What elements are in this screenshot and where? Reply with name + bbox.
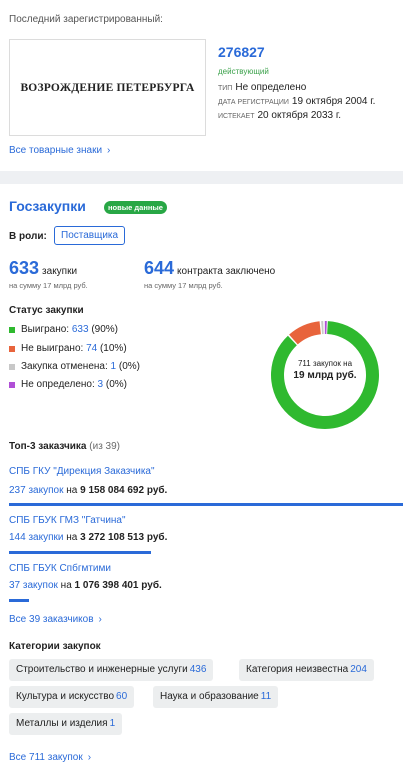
- status-lost-pct: (10%): [99, 343, 127, 354]
- donut-total-sum: 19 млрд руб.: [293, 370, 357, 381]
- status-cancelled-label: Закупка отменена:: [21, 361, 108, 372]
- trademark-type-value: Не определено: [235, 82, 307, 93]
- last-trademark-card: Последний зарегистрированный: ВОЗРОЖДЕНИ…: [0, 0, 403, 171]
- category-count: 11: [260, 691, 272, 702]
- undefined-square-icon: [9, 381, 15, 388]
- donut-total-label: 711 закупок на: [297, 359, 353, 368]
- trademark-reg-date-row: дата регистрации 19 октября 2004 г.: [218, 96, 375, 107]
- category-chip[interactable]: Металлы и изделия 1: [9, 713, 123, 735]
- category-chip[interactable]: Категория неизвестна 204: [239, 659, 374, 681]
- customer-2-count-link[interactable]: 144 закупки: [9, 532, 63, 543]
- all-purchases-label: Все 711 закупок: [9, 752, 83, 763]
- customer-3-link[interactable]: СПБ ГБУК Спбгмтими: [9, 563, 111, 574]
- all-customers-label: Все 39 заказчиков: [9, 614, 94, 625]
- status-cancelled: Закупка отменена: 1 (0%): [9, 361, 140, 372]
- category-count: 60: [116, 691, 128, 702]
- customer-2-sum: 3 272 108 513 руб.: [80, 532, 168, 543]
- customer-1-share-bar: [9, 503, 403, 506]
- won-square-icon: [9, 326, 15, 333]
- categories-title: Категории закупок: [9, 641, 101, 652]
- contracts-sum: на сумму 17 млрд руб.: [144, 281, 223, 290]
- contracts-count-label: контракта заключено: [177, 266, 276, 277]
- status-won-label: Выиграно:: [21, 324, 70, 335]
- purchases-count: 633 закупки: [9, 258, 77, 279]
- customer-1-sum: 9 158 084 692 руб.: [80, 485, 168, 496]
- category-count: 1: [109, 718, 116, 729]
- all-customers-link[interactable]: Все 39 заказчиков ›: [9, 614, 102, 625]
- customer-3-on: на: [60, 580, 72, 591]
- status-cancelled-value[interactable]: 1: [111, 361, 117, 372]
- status-undefined-pct: (0%): [105, 379, 128, 390]
- customer-1-link[interactable]: СПБ ГКУ "Дирекция Заказчика": [9, 466, 155, 477]
- category-count: 436: [189, 664, 207, 675]
- customer-1-summary: 237 закупок на 9 158 084 692 руб.: [9, 485, 167, 496]
- lost-square-icon: [9, 345, 15, 352]
- role-supplier-button[interactable]: Поставщика: [54, 226, 126, 245]
- category-chip[interactable]: Наука и образование 11: [153, 686, 279, 708]
- purchases-count-label: закупки: [42, 266, 78, 277]
- trademark-reg-date-value: 19 октября 2004 г.: [291, 96, 376, 107]
- trademark-status: действующий: [218, 67, 269, 76]
- procurement-title: Госзакупки: [9, 198, 86, 214]
- cancelled-square-icon: [9, 363, 15, 370]
- customer-1-on: на: [66, 485, 78, 496]
- category-name: Металлы и изделия: [16, 718, 108, 729]
- customer-2-share-bar: [9, 551, 151, 554]
- status-undefined-value[interactable]: 3: [98, 379, 104, 390]
- chevron-right-icon: ›: [87, 752, 92, 763]
- category-name: Наука и образование: [160, 691, 259, 702]
- customer-3-sum: 1 076 398 401 руб.: [74, 580, 162, 591]
- status-undefined-label: Не определено:: [21, 379, 95, 390]
- chevron-right-icon: ›: [98, 614, 102, 625]
- status-undefined: Не определено: 3 (0%): [9, 379, 127, 390]
- category-name: Категория неизвестна: [246, 664, 349, 675]
- trademark-expires-row: истекает 20 октября 2033 г.: [218, 110, 341, 121]
- chevron-right-icon: ›: [107, 145, 111, 156]
- contracts-count: 644 контракта заключено: [144, 258, 275, 279]
- top3-title: Топ-3 заказчика (из 39): [9, 441, 120, 452]
- role-label: В роли:: [9, 231, 47, 242]
- trademark-reg-date-label: дата регистрации: [218, 99, 289, 106]
- category-chip[interactable]: Строительство и инженерные услуги 436: [9, 659, 214, 681]
- trademark-image-text: ВОЗРОЖДЕНИЕ ПЕТЕРБУРГА: [20, 81, 195, 94]
- status-cancelled-pct: (0%): [118, 361, 140, 372]
- new-data-badge: новые данные: [104, 201, 167, 214]
- customer-3-count-link[interactable]: 37 закупок: [9, 580, 58, 591]
- customer-3-share-bar: [9, 599, 29, 602]
- customer-2-link[interactable]: СПБ ГБУК ГМЗ "Гатчина": [9, 515, 126, 526]
- purchases-sum: на сумму 17 млрд руб.: [9, 281, 88, 290]
- customer-3-summary: 37 закупок на 1 076 398 401 руб.: [9, 580, 162, 591]
- status-won-value[interactable]: 633: [72, 324, 89, 335]
- trademark-expires-value: 20 октября 2033 г.: [257, 110, 342, 121]
- trademark-type-row: тип Не определено: [218, 82, 306, 93]
- trademark-image[interactable]: ВОЗРОЖДЕНИЕ ПЕТЕРБУРГА: [9, 39, 206, 136]
- donut-center-text: 711 закупок на 19 млрд руб.: [270, 359, 380, 381]
- top3-of-link[interactable]: (из 39): [89, 441, 120, 452]
- status-lost: Не выиграно: 74 (10%): [9, 343, 127, 354]
- all-purchases-link[interactable]: Все 711 закупок ›: [9, 752, 91, 763]
- category-chip[interactable]: Культура и искусство 60: [9, 686, 135, 708]
- last-registered-label: Последний зарегистрированный:: [9, 14, 163, 25]
- all-trademarks-label: Все товарные знаки: [9, 145, 103, 156]
- top3-title-text: Топ-3 заказчика: [9, 441, 87, 452]
- status-lost-value[interactable]: 74: [86, 343, 97, 354]
- trademark-number-link[interactable]: 276827: [218, 44, 265, 60]
- status-title: Статус закупки: [9, 305, 84, 316]
- status-won: Выиграно: 633 (90%): [9, 324, 118, 335]
- trademark-expires-label: истекает: [218, 113, 255, 120]
- category-name: Строительство и инженерные услуги: [16, 664, 188, 675]
- customer-1-count-link[interactable]: 237 закупок: [9, 485, 63, 496]
- customer-2-on: на: [66, 532, 78, 543]
- customer-2-summary: 144 закупки на 3 272 108 513 руб.: [9, 532, 167, 543]
- category-name: Культура и искусство: [16, 691, 115, 702]
- contracts-count-value: 644: [144, 258, 175, 278]
- all-trademarks-link[interactable]: Все товарные знаки ›: [9, 145, 110, 156]
- trademark-type-label: тип: [218, 85, 233, 92]
- status-won-pct: (90%): [91, 324, 119, 335]
- purchases-count-value: 633: [9, 258, 40, 278]
- category-count: 204: [350, 664, 367, 675]
- status-lost-label: Не выиграно:: [21, 343, 84, 354]
